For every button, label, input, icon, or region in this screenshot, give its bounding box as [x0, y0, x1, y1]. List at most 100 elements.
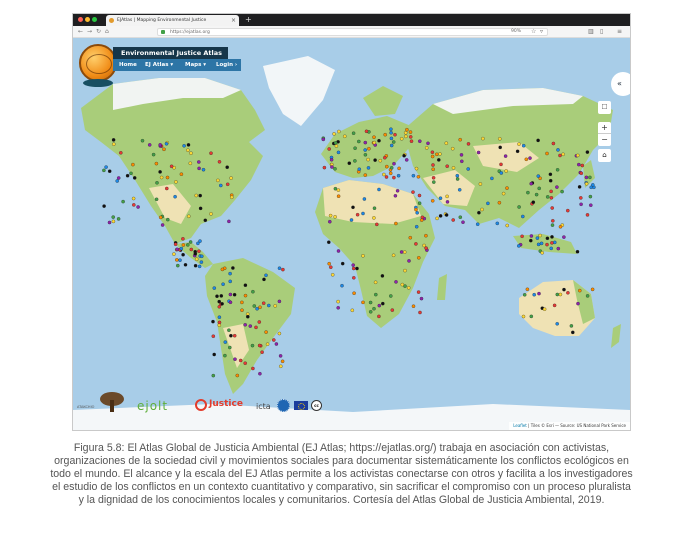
conflict-marker[interactable] [579, 202, 583, 207]
conflict-marker[interactable] [333, 167, 337, 171]
conflict-marker[interactable] [455, 177, 460, 181]
conflict-marker[interactable] [347, 161, 352, 165]
url-bar[interactable]: https://ejatlas.org [157, 28, 548, 36]
conflict-marker[interactable] [438, 152, 442, 156]
conflict-marker[interactable] [555, 185, 559, 189]
conflict-marker[interactable] [364, 129, 369, 134]
conflict-marker[interactable] [545, 236, 550, 241]
conflict-marker[interactable] [216, 178, 220, 183]
conflict-marker[interactable] [200, 254, 204, 259]
conflict-marker[interactable] [588, 175, 592, 180]
conflict-marker[interactable] [562, 287, 566, 292]
conflict-marker[interactable] [220, 267, 225, 272]
conflict-marker[interactable] [438, 196, 443, 200]
conflict-marker[interactable] [340, 283, 344, 288]
conflict-marker[interactable] [480, 207, 484, 212]
conflict-marker[interactable] [375, 222, 379, 227]
conflict-marker[interactable] [536, 138, 540, 143]
conflict-marker[interactable] [140, 138, 145, 143]
conflict-marker[interactable] [172, 252, 176, 256]
panel-collapse-button[interactable]: « [611, 72, 630, 96]
conflict-marker[interactable] [532, 292, 536, 297]
conflict-marker[interactable] [520, 234, 524, 239]
conflict-marker[interactable] [528, 156, 532, 160]
conflict-marker[interactable] [537, 291, 541, 296]
conflict-marker[interactable] [131, 196, 136, 201]
conflict-marker[interactable] [183, 263, 188, 267]
conflict-marker[interactable] [498, 145, 502, 150]
conflict-marker[interactable] [159, 175, 164, 180]
conflict-marker[interactable] [451, 218, 455, 222]
conflict-marker[interactable] [377, 138, 381, 143]
conflict-marker[interactable] [174, 180, 178, 184]
conflict-marker[interactable] [556, 246, 561, 251]
conflict-marker[interactable] [194, 193, 198, 198]
conflict-marker[interactable] [576, 153, 580, 158]
conflict-marker[interactable] [549, 189, 553, 194]
conflict-marker[interactable] [343, 134, 347, 139]
star-icon[interactable]: ☆ [531, 26, 536, 38]
conflict-marker[interactable] [396, 173, 401, 178]
conflict-marker[interactable] [548, 178, 553, 183]
conflict-marker[interactable] [217, 320, 222, 325]
conflict-marker[interactable] [499, 162, 503, 167]
conflict-marker[interactable] [186, 243, 190, 247]
conflict-marker[interactable] [402, 250, 407, 254]
conflict-marker[interactable] [111, 219, 116, 224]
conflict-marker[interactable] [498, 137, 502, 141]
conflict-marker[interactable] [178, 258, 182, 262]
conflict-marker[interactable] [193, 252, 198, 256]
conflict-marker[interactable] [211, 373, 216, 378]
window-minimize-button[interactable] [85, 17, 90, 22]
browser-tab[interactable]: EJAtlas | Mapping Environmental Justice … [106, 15, 239, 26]
conflict-marker[interactable] [258, 371, 262, 376]
conflict-marker[interactable] [445, 200, 450, 204]
conflict-marker[interactable] [197, 166, 201, 171]
conflict-marker[interactable] [121, 199, 125, 204]
conflict-marker[interactable] [377, 303, 382, 308]
conflict-marker[interactable] [380, 274, 385, 278]
conflict-marker[interactable] [336, 150, 341, 155]
conflict-marker[interactable] [279, 364, 283, 369]
conflict-marker[interactable] [328, 219, 332, 224]
conflict-marker[interactable] [558, 292, 563, 297]
conflict-marker[interactable] [555, 322, 559, 326]
conflict-marker[interactable] [414, 242, 418, 246]
conflict-marker[interactable] [394, 280, 398, 284]
conflict-marker[interactable] [129, 171, 133, 176]
conflict-marker[interactable] [257, 343, 262, 348]
conflict-marker[interactable] [372, 306, 376, 311]
conflict-marker[interactable] [151, 152, 156, 157]
conflict-marker[interactable] [132, 176, 137, 180]
conflict-marker[interactable] [211, 334, 216, 338]
conflict-marker[interactable] [147, 143, 152, 147]
conflict-marker[interactable] [229, 333, 233, 338]
conflict-marker[interactable] [182, 144, 186, 148]
conflict-marker[interactable] [329, 265, 333, 269]
conflict-marker[interactable] [162, 147, 166, 152]
conflict-marker[interactable] [187, 214, 191, 219]
conflict-marker[interactable] [228, 271, 232, 276]
conflict-marker[interactable] [228, 300, 233, 305]
conflict-marker[interactable] [198, 239, 202, 243]
conflict-marker[interactable] [373, 158, 377, 162]
conflict-marker[interactable] [228, 279, 232, 284]
conflict-marker[interactable] [281, 267, 285, 272]
conflict-marker[interactable] [385, 164, 389, 169]
conflict-marker[interactable] [589, 203, 593, 207]
conflict-marker[interactable] [217, 315, 222, 319]
conflict-marker[interactable] [340, 261, 345, 266]
conflict-marker[interactable] [243, 323, 247, 327]
conflict-marker[interactable] [198, 206, 203, 211]
zoom-level[interactable]: 90% [511, 26, 521, 38]
conflict-marker[interactable] [197, 249, 201, 253]
conflict-marker[interactable] [112, 142, 116, 146]
conflict-marker[interactable] [389, 294, 393, 298]
conflict-marker[interactable] [536, 174, 541, 178]
conflict-marker[interactable] [486, 201, 490, 206]
conflict-marker[interactable] [444, 141, 449, 145]
conflict-marker[interactable] [165, 186, 169, 191]
zoom-out-button[interactable]: − [598, 134, 611, 146]
conflict-marker[interactable] [556, 148, 560, 152]
conflict-marker[interactable] [264, 330, 268, 334]
